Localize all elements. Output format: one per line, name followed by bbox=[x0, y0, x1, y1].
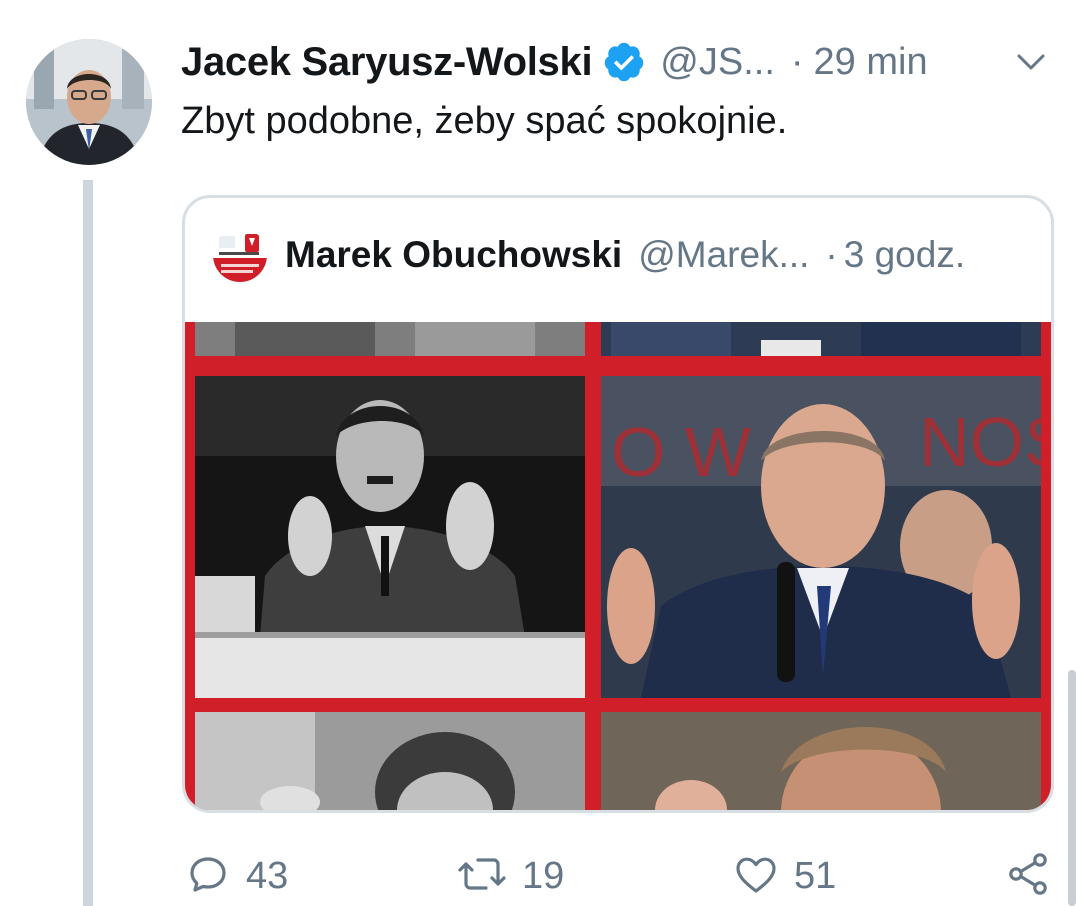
quoted-author-handle[interactable]: @Marek... bbox=[638, 234, 809, 276]
reply-icon bbox=[184, 850, 232, 903]
share-button[interactable] bbox=[1004, 850, 1052, 903]
collage-photo-top-left bbox=[195, 322, 585, 356]
reply-button[interactable]: 43 bbox=[184, 850, 288, 903]
author-avatar[interactable] bbox=[26, 39, 152, 165]
author-handle[interactable]: @JS... bbox=[660, 41, 775, 84]
tweet-header: Jacek Saryusz-Wolski @JS... · 29 min bbox=[181, 36, 928, 88]
quoted-photo-collage[interactable]: O W NOŚ bbox=[185, 322, 1051, 810]
author-name[interactable]: Jacek Saryusz-Wolski bbox=[181, 40, 593, 85]
collage-photo-middle-right: O W NOŚ bbox=[601, 376, 1041, 698]
quoted-author-avatar bbox=[213, 228, 267, 282]
author-avatar-image bbox=[26, 39, 152, 165]
retweet-icon bbox=[456, 850, 508, 903]
chevron-down-icon[interactable] bbox=[1013, 46, 1049, 78]
svg-text:O W: O W bbox=[611, 413, 751, 491]
collage-photo-bottom-left bbox=[195, 712, 585, 810]
tweet[interactable]: Jacek Saryusz-Wolski @JS... · 29 min Zby… bbox=[0, 0, 1079, 906]
quoted-tweet-header: Marek Obuchowski @Marek... · 3 godz. bbox=[213, 228, 965, 282]
separator-dot: · bbox=[790, 40, 804, 83]
like-count: 51 bbox=[794, 855, 837, 897]
tweet-text: Zbyt podobne, żeby spać spokojnie. bbox=[181, 100, 788, 142]
share-icon bbox=[1004, 850, 1052, 903]
verified-badge-icon bbox=[602, 40, 646, 84]
retweet-count: 19 bbox=[522, 855, 565, 897]
thread-line bbox=[83, 180, 93, 906]
collage-photo-middle-left bbox=[195, 376, 585, 698]
quoted-author-name[interactable]: Marek Obuchowski bbox=[285, 234, 622, 276]
collage-photo-bottom-right bbox=[601, 712, 1041, 810]
like-button[interactable]: 51 bbox=[732, 850, 836, 903]
tweet-timestamp[interactable]: 29 min bbox=[814, 41, 928, 84]
svg-text:NOŚ: NOŚ bbox=[919, 402, 1041, 481]
quoted-tweet-card[interactable]: Marek Obuchowski @Marek... · 3 godz. O W… bbox=[182, 195, 1054, 813]
collage-photo-top-right bbox=[601, 322, 1041, 356]
quoted-timestamp[interactable]: 3 godz. bbox=[844, 234, 965, 276]
quoted-separator-dot: · bbox=[825, 234, 838, 275]
tweet-action-bar: 43 19 51 bbox=[0, 850, 1079, 906]
scrollbar-thumb[interactable] bbox=[1068, 670, 1076, 906]
reply-count: 43 bbox=[246, 855, 289, 897]
retweet-button[interactable]: 19 bbox=[456, 850, 564, 903]
heart-icon bbox=[732, 850, 780, 903]
